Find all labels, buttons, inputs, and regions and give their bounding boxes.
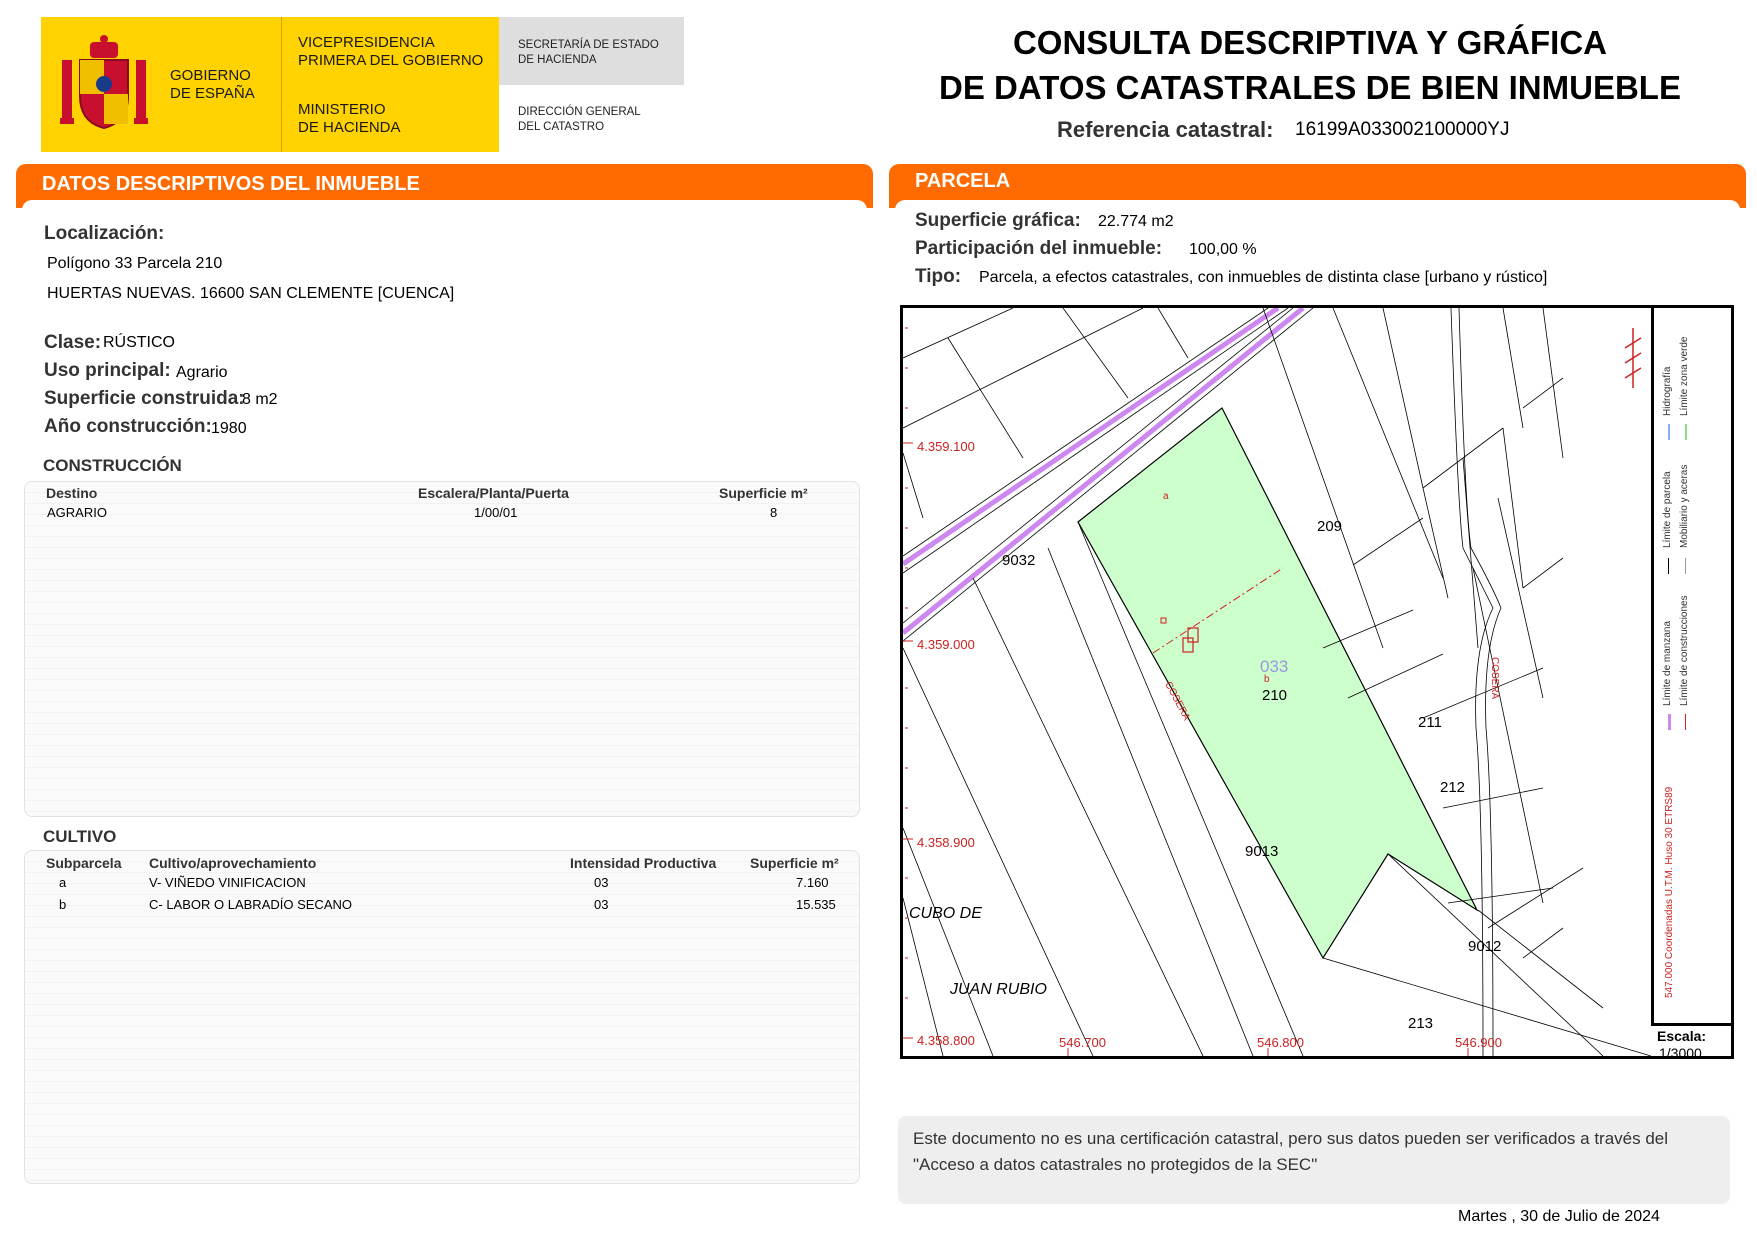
document-title: CONSULTA DESCRIPTIVA Y GRÁFICA DE DATOS … [930, 20, 1690, 110]
parcel-label-211: 211 [1418, 714, 1442, 731]
localizacion-line-1: Polígono 33 Parcela 210 [47, 255, 223, 272]
cultivo-row-b-cultivo: C- LABOR O LABRADÍO SECANO [149, 897, 352, 912]
header-curve-right [895, 200, 1740, 210]
y-coord-3: 4.358.900 [917, 835, 975, 850]
x-coord-1: 546.700 [1059, 1035, 1106, 1050]
coat-of-arms-icon [60, 35, 148, 130]
scale-divider [1651, 1023, 1734, 1026]
participacion-value: 100,00 % [1189, 241, 1257, 258]
parcel-210-polygon [1077, 407, 1479, 960]
cultivo-row-a-intensidad: 03 [594, 875, 609, 890]
construccion-cell-destino: AGRARIO [47, 505, 107, 520]
legend-parcela-swatch [1668, 558, 1669, 574]
x-coord-2: 546.800 [1257, 1035, 1304, 1050]
parcel-label-213: 213 [1408, 1015, 1434, 1032]
map-drawing [903, 308, 1651, 1056]
legend-mobiliario: Mobiliario y aceras [1679, 464, 1690, 548]
parcel-label-9032: 9032 [1002, 552, 1036, 569]
subparcel-label-a: a [1163, 491, 1169, 502]
y-coord-4: 4.358.800 [917, 1033, 975, 1048]
cultivo-row-a-cultivo: V- VIÑEDO VINIFICACION [149, 875, 306, 890]
parcel-label-210: 210 [1262, 687, 1288, 704]
cultivo-row-b-sub: b [59, 897, 67, 912]
clase-value: RÚSTICO [103, 334, 175, 351]
y-coord-2: 4.359.000 [917, 637, 975, 652]
disclaimer-text: Este documento no es una certificación c… [913, 1129, 1669, 1174]
x-coord-3: 546.900 [1455, 1035, 1502, 1050]
cultivo-row-a-superficie: 7.160 [796, 875, 829, 890]
construccion-header-escalera: Escalera/Planta/Puerta [418, 485, 569, 501]
ministerio-text: MINISTERIO DE HACIENDA [298, 101, 401, 136]
construccion-header-superficie: Superficie m² [719, 485, 808, 501]
logo-divider [281, 17, 282, 152]
parcel-label-209: 209 [1317, 518, 1343, 535]
construccion-header-destino: Destino [46, 485, 98, 501]
cultivo-header-subparcela: Subparcela [46, 855, 122, 871]
cultivo-header-cultivo: Cultivo/aprovechamiento [149, 855, 317, 871]
cultivo-row-b-superficie: 15.535 [796, 897, 836, 912]
y-coord-1: 4.359.100 [917, 439, 975, 454]
legend-construcciones-swatch [1685, 714, 1686, 730]
legend-parcela: Límite de parcela [1662, 471, 1673, 548]
cosera-label-2: COSERA [1489, 657, 1500, 700]
uso-value: Agrario [176, 364, 228, 381]
legend-construcciones: Límite de construcciones [1679, 595, 1690, 706]
gobierno-text: GOBIERNO DE ESPAÑA [170, 67, 255, 102]
tipo-value: Parcela, a efectos catastrales, con inmu… [979, 269, 1548, 286]
document-date: Martes , 30 de Julio de 2024 [1458, 1208, 1660, 1225]
participacion-label: Participación del inmueble: [915, 238, 1163, 259]
secretaria-text: SECRETARÍA DE ESTADO DE HACIENDA [518, 39, 659, 66]
cultivo-title: CULTIVO [43, 827, 117, 846]
header-curve [22, 200, 867, 210]
anio-value: 1980 [211, 420, 247, 437]
construccion-cell-escalera: 1/00/01 [474, 505, 518, 520]
superficie-value: 8 m2 [242, 391, 278, 408]
anio-label: Año construcción: [44, 416, 212, 437]
map-legend: 547.000 Coordenadas U.T.M. Huso 30 ETRS8… [1654, 308, 1731, 1023]
cultivo-row-b-intensidad: 03 [594, 897, 609, 912]
cultivo-row-a-sub: a [59, 875, 67, 890]
parcel-label-9013: 9013 [1245, 843, 1279, 860]
superficie-label: Superficie construida: [44, 388, 245, 409]
parcel-label-9012: 9012 [1468, 938, 1502, 955]
parcel-label-212: 212 [1440, 779, 1466, 796]
place-label-juan: JUAN RUBIO [950, 981, 1047, 998]
cultivo-header-intensidad: Intensidad Productiva [570, 855, 717, 871]
scale-label: Escala: [1657, 1028, 1707, 1044]
localizacion-label: Localización: [44, 223, 165, 244]
scale-value: 1/3000 [1659, 1045, 1702, 1061]
title-line-1: CONSULTA DESCRIPTIVA Y GRÁFICA [1012, 24, 1608, 61]
construccion-table [24, 481, 860, 817]
legend-mobiliario-swatch [1685, 558, 1686, 574]
legend-manzana-swatch [1668, 714, 1671, 730]
ref-label: Referencia catastral: [1057, 117, 1274, 142]
uso-label: Uso principal: [44, 360, 171, 381]
tipo-label: Tipo: [915, 266, 962, 287]
legend-manzana: Límite de manzana [1662, 620, 1673, 706]
direccion-text: DIRECCIÓN GENERAL DEL CATASTRO [518, 106, 641, 133]
subparcel-label-b: b [1264, 674, 1270, 685]
localizacion-line-2: HUERTAS NUEVAS. 16600 SAN CLEMENTE [CUEN… [47, 285, 455, 302]
clase-label: Clase: [44, 332, 102, 353]
title-line-2: DE DATOS CATASTRALES DE BIEN INMUEBLE [939, 69, 1681, 106]
legend-zona-verde: Límite zona verde [1679, 336, 1690, 417]
vicepresidencia-text: VICEPRESIDENCIA PRIMERA DEL GOBIERNO [298, 34, 484, 69]
cultivo-header-superficie: Superficie m² [750, 855, 839, 871]
construccion-title: CONSTRUCCIÓN [43, 456, 182, 475]
legend-zona-verde-swatch [1685, 424, 1687, 440]
legend-hidrografia-swatch [1668, 424, 1670, 440]
ref-value: 16199A033002100000YJ [1295, 119, 1510, 140]
construccion-cell-superficie: 8 [770, 505, 778, 520]
legend-hidrografia: Hidrografía [1662, 366, 1673, 416]
sup-grafica-label: Superficie gráfica: [915, 210, 1081, 231]
place-label-cubo: CUBO DE [909, 905, 982, 922]
sup-grafica-value: 22.774 m2 [1098, 213, 1174, 230]
